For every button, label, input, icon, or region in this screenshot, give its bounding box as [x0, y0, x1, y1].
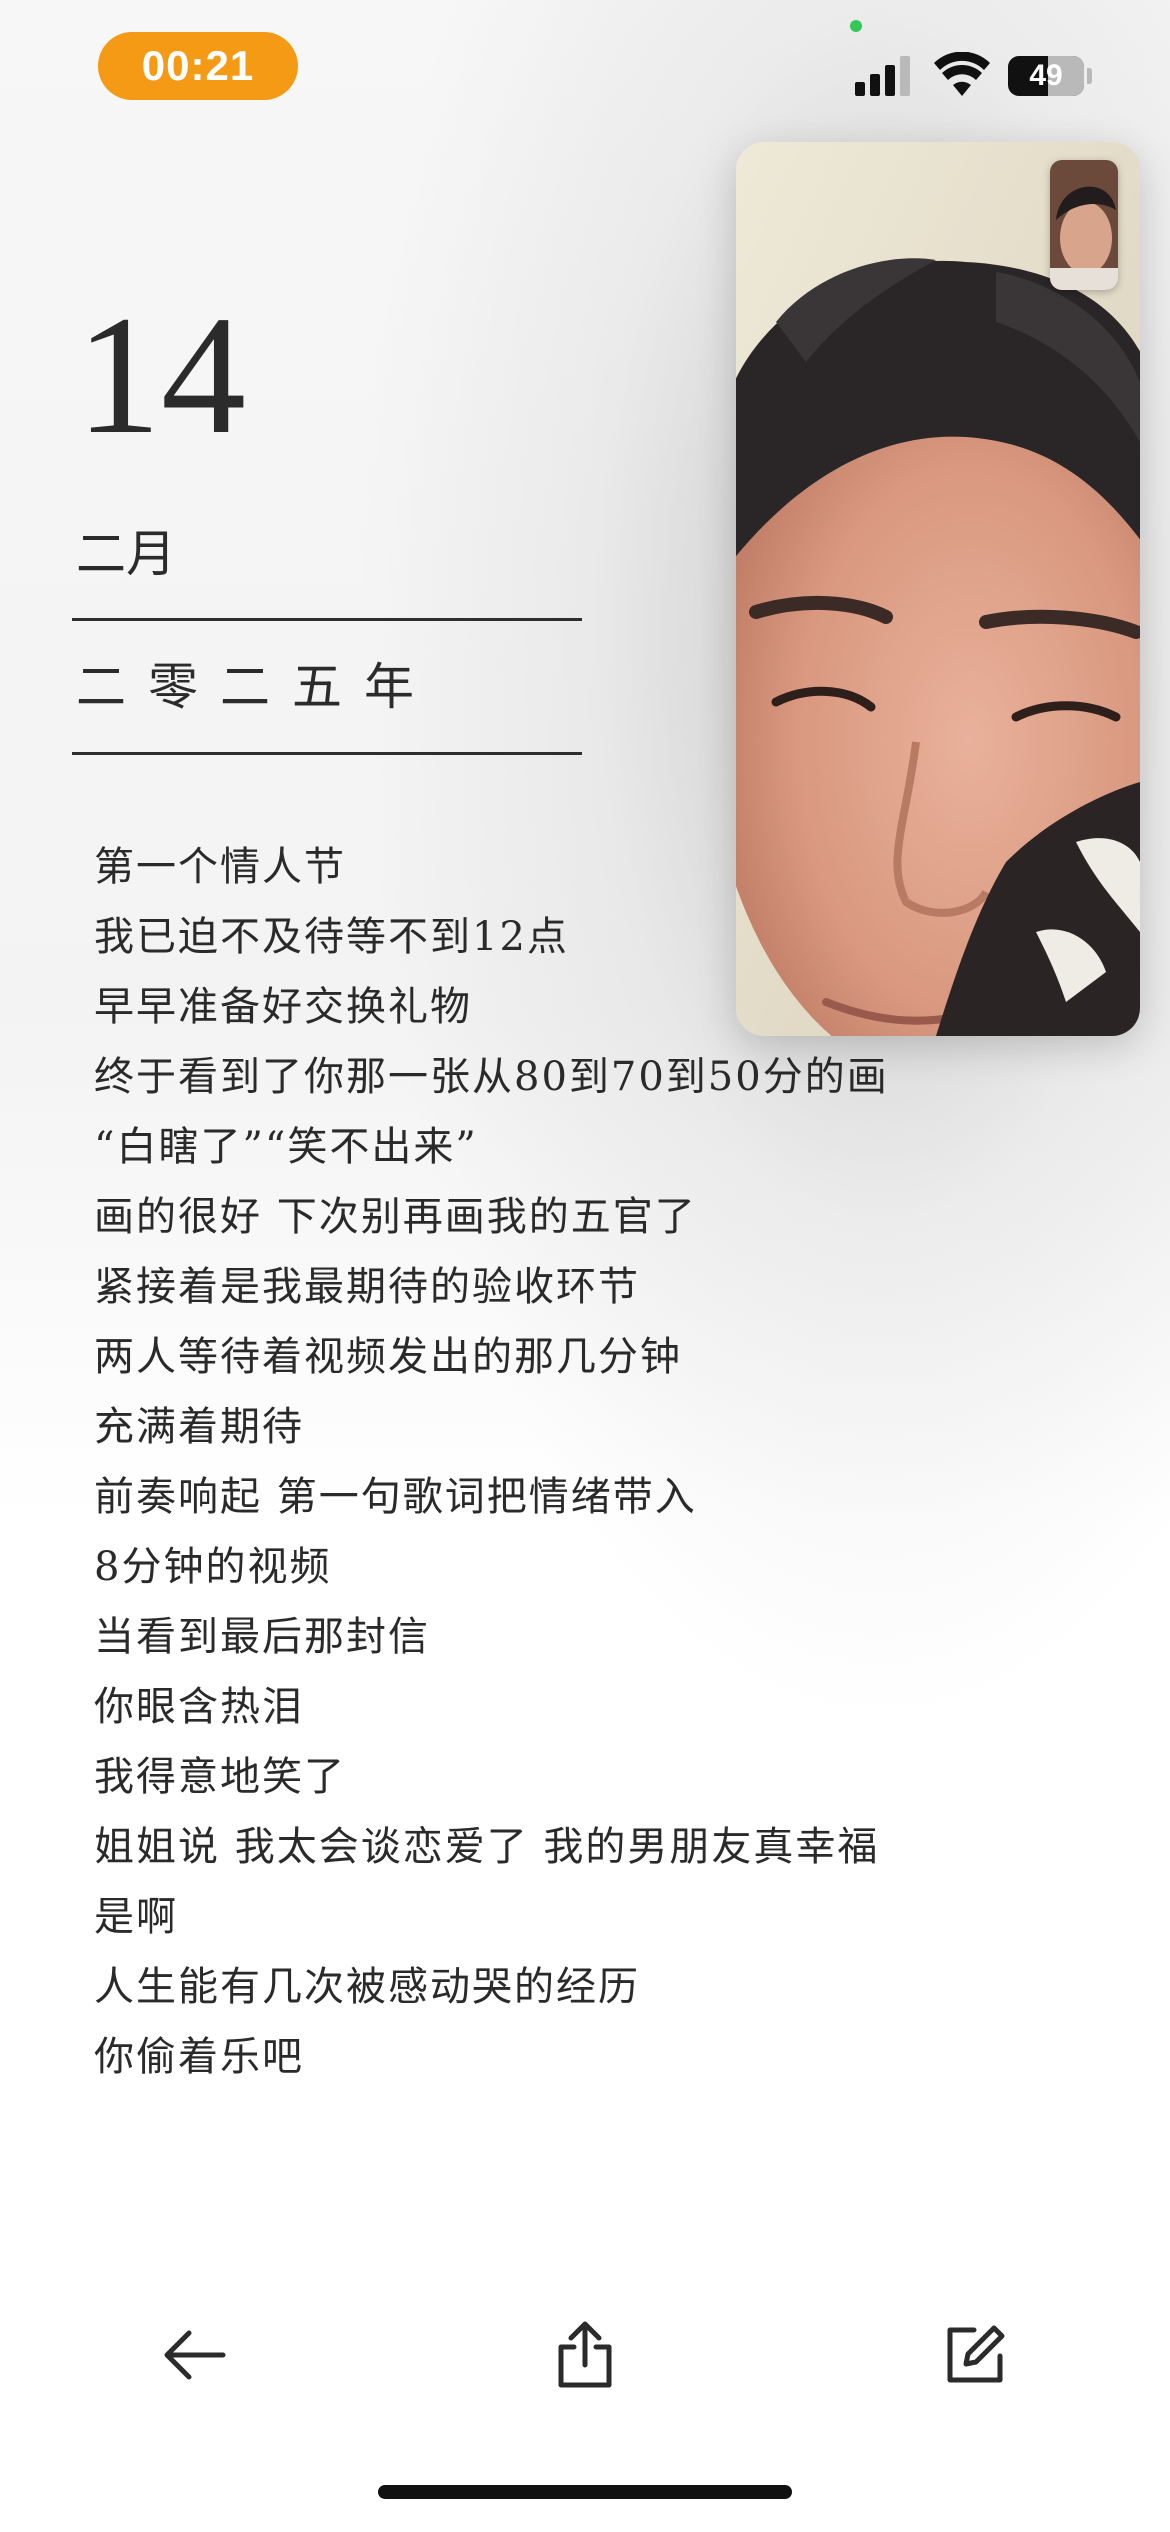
compose-button[interactable] [930, 2310, 1020, 2400]
poem-line: 画的很好 下次别再画我的五官了 [94, 1194, 697, 1240]
poem-line: 两人等待着视频发出的那几分钟 [94, 1334, 682, 1380]
divider [72, 752, 582, 755]
poem-line: “白瞎了”“笑不出来” [94, 1124, 478, 1170]
arrow-left-icon [164, 2330, 226, 2380]
poem-line: 充满着期待 [94, 1404, 304, 1450]
poem-line: 我得意地笑了 [94, 1754, 346, 1800]
wifi-icon [934, 52, 990, 96]
poem-line: 你偷着乐吧 [94, 2034, 304, 2080]
date-day: 14 [76, 281, 246, 469]
back-button[interactable] [150, 2310, 240, 2400]
compose-icon [947, 2325, 1005, 2383]
poem-line: 姐姐说 我太会谈恋爱了 我的男朋友真幸福 [94, 1824, 880, 1870]
poem-line: 8分钟的视频 [94, 1544, 332, 1590]
self-view-feed [1050, 160, 1118, 290]
camera-in-use-indicator [850, 20, 862, 32]
poem-line: 终于看到了你那一张从80到70到50分的画 [94, 1054, 889, 1100]
share-button[interactable] [540, 2310, 630, 2400]
poem-line: 紧接着是我最期待的验收环节 [94, 1264, 640, 1310]
self-view-thumbnail[interactable] [1050, 160, 1118, 290]
date-month: 二月 [76, 525, 176, 583]
divider [72, 618, 582, 621]
battery-icon: 49 [1008, 56, 1084, 96]
battery-percent: 49 [1029, 59, 1063, 92]
status-time-pill[interactable]: 00:21 [98, 32, 298, 100]
screen: 00:21 49 14 二月 二零二五年 第一个情人节 我已迫不及待等不到12点… [0, 0, 1170, 2532]
poem-line: 你眼含热泪 [94, 1684, 304, 1730]
poem-line: 当看到最后那封信 [94, 1614, 430, 1660]
poem-line: 是啊 [94, 1894, 178, 1940]
date-year: 二零二五年 [76, 658, 436, 716]
battery-terminal [1087, 68, 1092, 84]
cellular-signal-icon [855, 56, 915, 96]
share-icon [558, 2321, 612, 2388]
poem-line: 前奏响起 第一句歌词把情绪带入 [94, 1474, 697, 1520]
home-indicator[interactable] [378, 2485, 792, 2499]
poem-line: 人生能有几次被感动哭的经历 [94, 1964, 640, 2010]
